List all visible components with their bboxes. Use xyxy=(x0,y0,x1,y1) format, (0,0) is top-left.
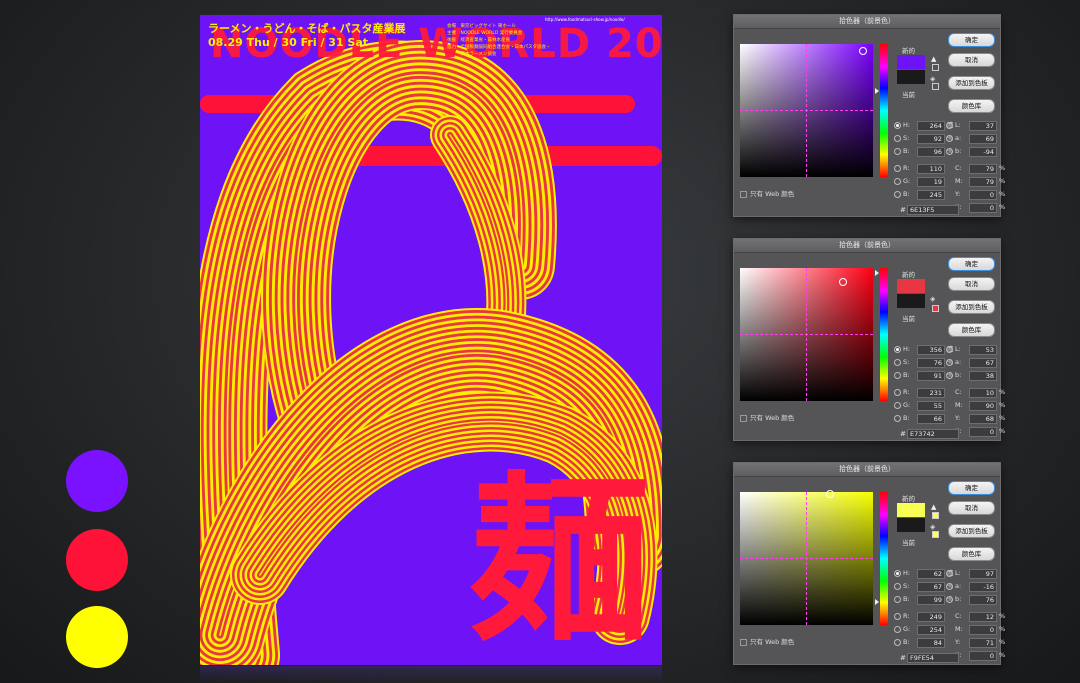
color-libraries-button[interactable]: 颜色库 xyxy=(948,547,995,561)
add-to-swatches-button[interactable]: 添加到色板 xyxy=(948,76,995,90)
poster-reflection xyxy=(200,666,662,683)
web-safe-cube-icon[interactable]: ◈ xyxy=(930,523,935,531)
color-sample-ring[interactable] xyxy=(826,490,834,498)
gamut-warning-icon[interactable]: ▲ xyxy=(931,503,936,511)
hue-slider-handle[interactable] xyxy=(875,270,879,276)
gamut-swatch[interactable] xyxy=(932,512,939,519)
poster-dates: 08.29 Thu / 30 Fri / 31 Sat xyxy=(208,36,369,49)
hue-slider-handle[interactable] xyxy=(875,88,879,94)
web-safe-cube-icon[interactable]: ◈ xyxy=(930,295,935,303)
picker-title: 拾色器（前景色） xyxy=(734,463,1000,477)
new-color-label: 新的 xyxy=(902,495,915,503)
cancel-button[interactable]: 取消 xyxy=(948,277,995,291)
web-safe-swatch[interactable] xyxy=(932,305,939,312)
picker-title: 拾色器（前景色） xyxy=(734,15,1000,29)
current-color-label: 当前 xyxy=(902,539,915,547)
new-color-preview xyxy=(897,55,925,69)
color-picker-red: 拾色器（前景色） 新的 当前 ◈ 确定 取消 添加到色板 颜色库 H: 356 度 … xyxy=(733,238,1005,441)
cancel-button[interactable]: 取消 xyxy=(948,501,995,515)
web-colors-only-checkbox[interactable]: 只有 Web 颜色 xyxy=(740,636,794,646)
color-libraries-button[interactable]: 颜色库 xyxy=(948,99,995,113)
hex-field[interactable]: #6E13F5 xyxy=(900,205,959,215)
gamut-warning-icon[interactable]: ▲ xyxy=(931,55,936,63)
ok-button[interactable]: 确定 xyxy=(948,481,995,495)
ok-button[interactable]: 确定 xyxy=(948,257,995,271)
color-libraries-button[interactable]: 颜色库 xyxy=(948,323,995,337)
current-color-preview[interactable] xyxy=(897,70,925,84)
saturation-brightness-field[interactable] xyxy=(740,268,873,401)
web-colors-only-checkbox[interactable]: 只有 Web 颜色 xyxy=(740,412,794,422)
web-safe-swatch[interactable] xyxy=(932,83,939,90)
web-safe-swatch[interactable] xyxy=(932,531,939,538)
saturation-brightness-field[interactable] xyxy=(740,44,873,177)
hex-field[interactable]: # E73742 xyxy=(900,429,959,439)
new-color-label: 新的 xyxy=(902,47,915,55)
add-to-swatches-button[interactable]: 添加到色板 xyxy=(948,300,995,314)
color-sample-ring[interactable] xyxy=(859,47,867,55)
picker-title: 拾色器（前景色） xyxy=(734,239,1000,253)
web-safe-cube-icon[interactable]: ◈ xyxy=(930,75,935,83)
web-colors-only-checkbox[interactable]: 只有 Web 颜色 xyxy=(740,188,794,198)
new-color-label: 新的 xyxy=(902,271,915,279)
hue-slider-handle[interactable] xyxy=(875,599,879,605)
hue-slider[interactable] xyxy=(875,44,888,177)
poster-headline: ラーメン・うどん・そば・パスタ産業展 xyxy=(208,22,406,35)
hex-field[interactable]: # F9FE54 xyxy=(900,653,959,663)
new-color-preview xyxy=(897,279,925,293)
add-to-swatches-button[interactable]: 添加到色板 xyxy=(948,524,995,538)
current-color-label: 当前 xyxy=(902,315,915,323)
ok-button[interactable]: 确定 xyxy=(948,33,995,47)
noodle-world-poster: NOODLE WORLD 2013 ラーメン・うどん・そば・パスタ産業展 08.… xyxy=(200,15,662,665)
new-color-preview xyxy=(897,503,925,517)
poster-info-5: 日本ラーメン協会 xyxy=(447,52,497,57)
cancel-button[interactable]: 取消 xyxy=(948,53,995,67)
color-picker-yellow: 拾色器（前景色） 新的 当前 ▲ ◈ 确定 取消 添加到色板 颜色库 H: 62 度… xyxy=(733,462,1005,665)
red-swatch xyxy=(66,529,128,591)
poster-info-3: 後援 経済産業省・農林水産省 xyxy=(447,38,510,43)
current-color-label: 当前 xyxy=(902,91,915,99)
poster-kanji: 麺 xyxy=(470,457,651,665)
poster-info-2: 主催 NOODLE WORLD 実行委員会 xyxy=(447,31,523,36)
purple-swatch xyxy=(66,450,128,512)
current-color-preview[interactable] xyxy=(897,294,925,308)
color-picker-purple: 拾色器（前景色） 新的 当前 ▲ ◈ 确定 取消 添加到色板 颜色库 H: 264… xyxy=(733,14,1005,217)
poster-info-1: 会場 東京ビッグサイト 東ホール xyxy=(447,24,516,29)
yellow-swatch xyxy=(66,606,128,668)
hue-slider[interactable] xyxy=(875,492,888,625)
hue-slider[interactable] xyxy=(875,268,888,401)
poster-url: http://www.foodmatsuri-show.jp/noodle/ xyxy=(545,17,625,22)
poster-info-4: 協力 全国製麺協同組合連合会・日本パスタ協会・ xyxy=(447,45,551,50)
saturation-brightness-field[interactable] xyxy=(740,490,873,625)
current-color-preview[interactable] xyxy=(897,518,925,532)
gamut-swatch[interactable] xyxy=(932,64,939,71)
color-sample-ring[interactable] xyxy=(839,278,847,286)
